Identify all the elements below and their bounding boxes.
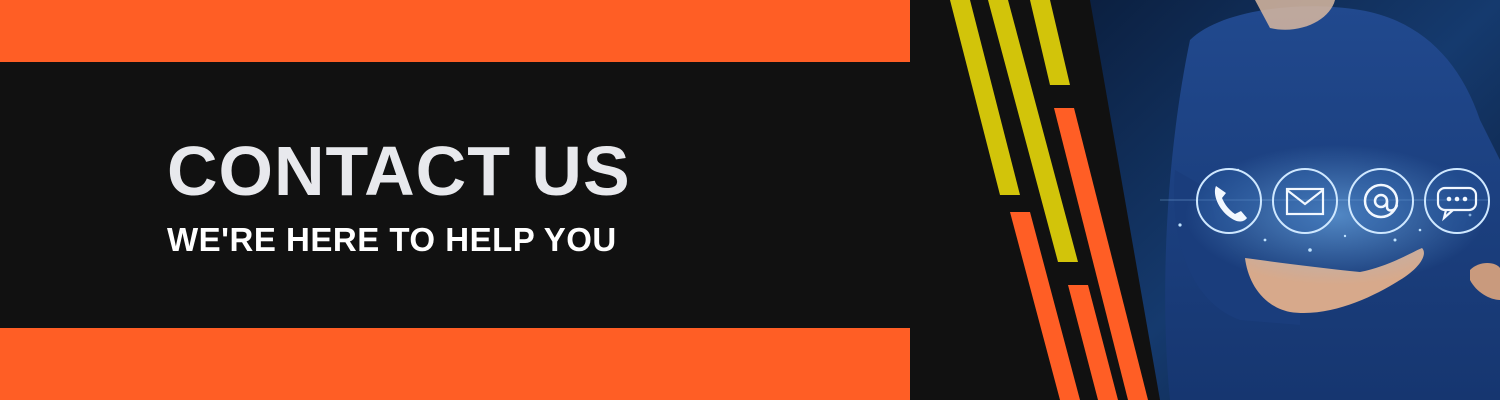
contact-banner: CONTACT US WE'RE HERE TO HELP YOU (0, 0, 1500, 400)
page-title: CONTACT US (167, 132, 631, 210)
headline-block: CONTACT US WE'RE HERE TO HELP YOU (167, 132, 887, 260)
page-subtitle: WE'RE HERE TO HELP YOU (167, 221, 617, 258)
